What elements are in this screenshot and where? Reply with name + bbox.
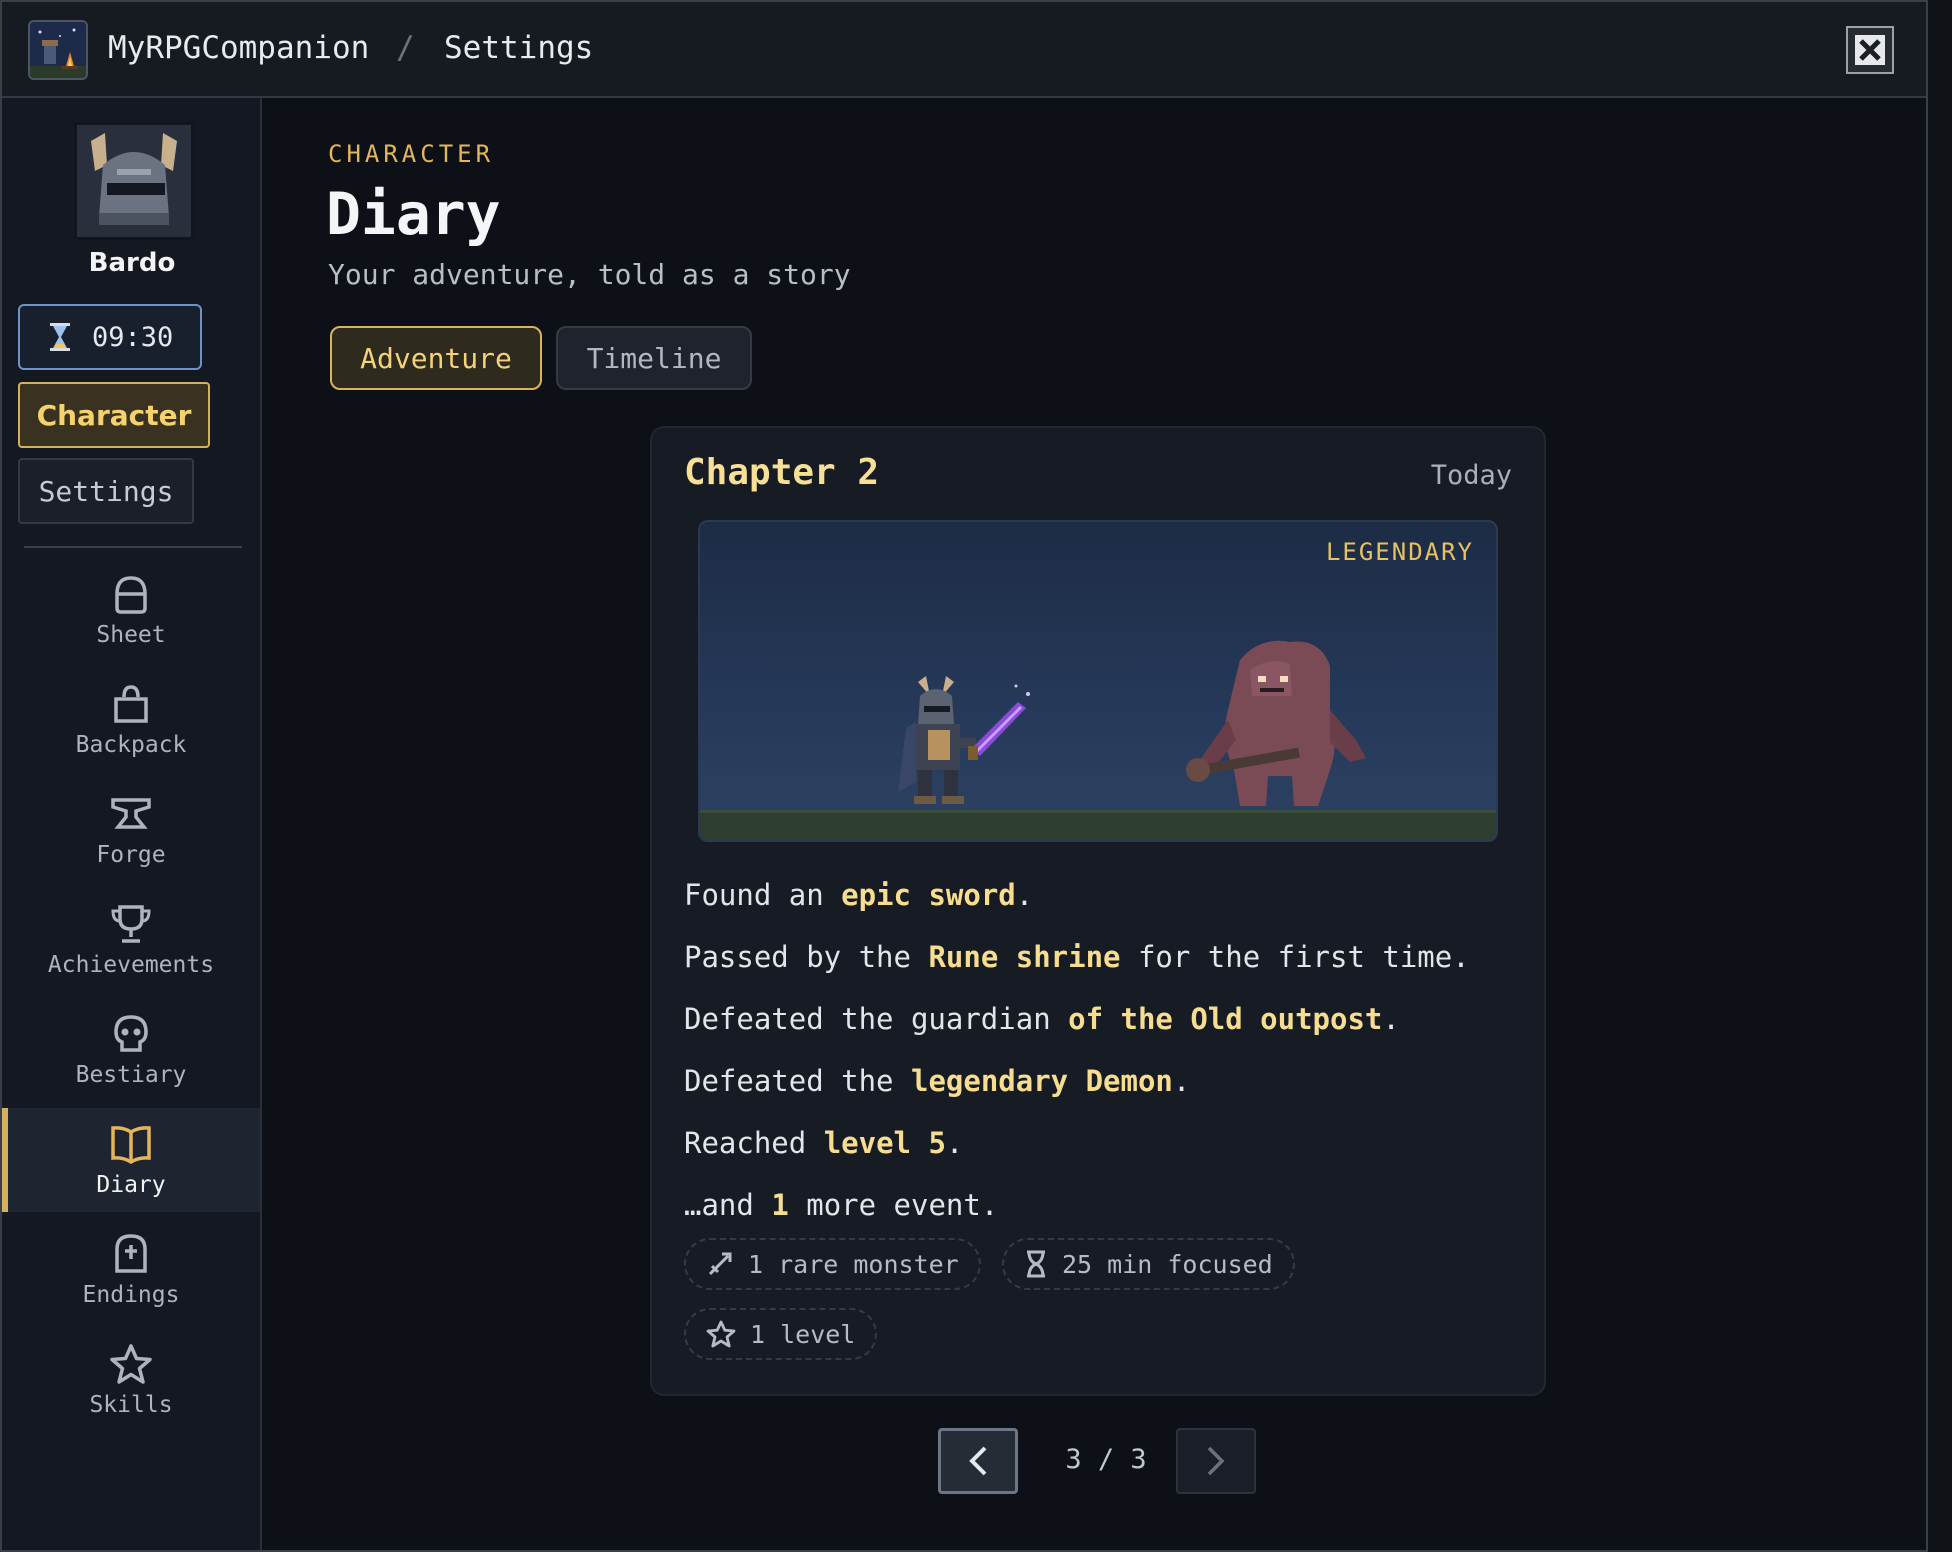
helmet-icon	[113, 572, 149, 616]
chip-label: 1 level	[750, 1319, 856, 1349]
trophy-icon	[110, 902, 152, 946]
star-outline-icon	[706, 1320, 736, 1348]
nav-item-forge[interactable]: Forge	[2, 778, 260, 882]
sidebar-divider	[24, 546, 242, 548]
chip-label: 25 min focused	[1062, 1249, 1273, 1279]
nav-label: Skills	[89, 1392, 173, 1418]
hourglass-icon	[48, 322, 72, 352]
nav-item-achievements[interactable]: Achievements	[2, 888, 260, 992]
page-title: Diary	[326, 180, 501, 248]
chapter-scene-image: LEGENDARY	[698, 520, 1498, 842]
nav-label: Sheet	[96, 622, 166, 648]
page-indicator: 3 / 3	[1065, 1444, 1147, 1475]
chapter-event: Defeated the legendary Demon.	[684, 1064, 1191, 1098]
tab-timeline[interactable]: Timeline	[556, 326, 752, 390]
main-content: CHARACTER Diary Your adventure, told as …	[264, 98, 1926, 1550]
chapter-card: Chapter 2 Today LEGENDARY Found an epic …	[650, 426, 1546, 1396]
stat-chip-focused: 25 min focused	[1002, 1238, 1295, 1290]
chapter-event: Reached level 5.	[684, 1126, 964, 1160]
title-bar: MyRPGCompanion / Settings	[2, 2, 1926, 98]
character-avatar[interactable]	[74, 122, 194, 240]
nav-label: Bestiary	[75, 1062, 187, 1088]
scene-ground	[700, 810, 1496, 840]
chevron-right-icon	[1207, 1446, 1225, 1476]
nav-item-sheet[interactable]: Sheet	[2, 558, 260, 662]
chapter-events: Found an epic sword. Passed by the Rune …	[684, 864, 1520, 1236]
campfire-app-icon	[28, 20, 88, 80]
tombstone-icon	[113, 1232, 149, 1276]
breadcrumb-app[interactable]: MyRPGCompanion	[108, 30, 369, 66]
settings-button[interactable]: Settings	[18, 458, 194, 524]
nav-label: Endings	[82, 1282, 180, 1308]
previous-page-button[interactable]	[938, 1428, 1018, 1494]
stat-chip-level: 1 level	[684, 1308, 878, 1360]
page-subtitle: Your adventure, told as a story	[328, 258, 851, 291]
nav-item-backpack[interactable]: Backpack	[2, 668, 260, 772]
skull-icon	[112, 1012, 150, 1056]
chapter-event: Defeated the guardian of the Old outpost…	[684, 1002, 1400, 1036]
book-icon	[109, 1122, 153, 1166]
character-button[interactable]: Character	[18, 382, 210, 448]
chapter-title: Chapter 2	[684, 452, 880, 493]
nav-label: Backpack	[75, 732, 187, 758]
nav-item-diary[interactable]: Diary	[2, 1108, 260, 1212]
nav-item-skills[interactable]: Skills	[2, 1328, 260, 1432]
close-button[interactable]	[1846, 26, 1894, 74]
knight-sprite	[898, 676, 1030, 804]
chapter-event: Passed by the Rune shrine for the first …	[684, 940, 1470, 974]
section-eyebrow: CHARACTER	[328, 140, 495, 168]
backpack-icon	[112, 682, 150, 726]
chevron-left-icon	[969, 1446, 987, 1476]
star-icon	[109, 1342, 153, 1386]
breadcrumb-separator: /	[396, 30, 415, 66]
nav-label: Diary	[96, 1172, 166, 1198]
sidebar: Bardo 09:30 Character Settings Sheet Bac…	[2, 98, 262, 1550]
tab-adventure[interactable]: Adventure	[330, 326, 542, 390]
breadcrumb-current-page: Settings	[444, 30, 594, 66]
sword-icon	[708, 1252, 732, 1276]
chapter-event-more: …and 1 more event.	[684, 1188, 999, 1222]
rarity-badge: LEGENDARY	[1325, 538, 1474, 566]
chip-label: 1 rare monster	[748, 1249, 959, 1279]
chapter-date: Today	[1430, 460, 1512, 491]
stat-chip-rare-monster: 1 rare monster	[684, 1238, 981, 1290]
anvil-icon	[110, 792, 152, 836]
app-window: MyRPGCompanion / Settings Bardo 09:30 Ch…	[0, 0, 1928, 1552]
timer-value: 09:30	[92, 321, 174, 353]
character-name: Bardo	[88, 248, 176, 278]
close-icon	[1855, 35, 1885, 65]
nav-item-endings[interactable]: Endings	[2, 1218, 260, 1322]
hourglass-icon	[1027, 1250, 1045, 1278]
chapter-event: Found an epic sword.	[684, 878, 1034, 912]
next-page-button[interactable]	[1176, 1428, 1256, 1494]
focus-timer[interactable]: 09:30	[18, 304, 202, 370]
nav-label: Achievements	[47, 952, 215, 978]
pagination: 3 / 3	[264, 1428, 1930, 1494]
nav-item-bestiary[interactable]: Bestiary	[2, 998, 260, 1102]
demon-sprite	[1186, 640, 1366, 806]
nav-label: Forge	[96, 842, 166, 868]
